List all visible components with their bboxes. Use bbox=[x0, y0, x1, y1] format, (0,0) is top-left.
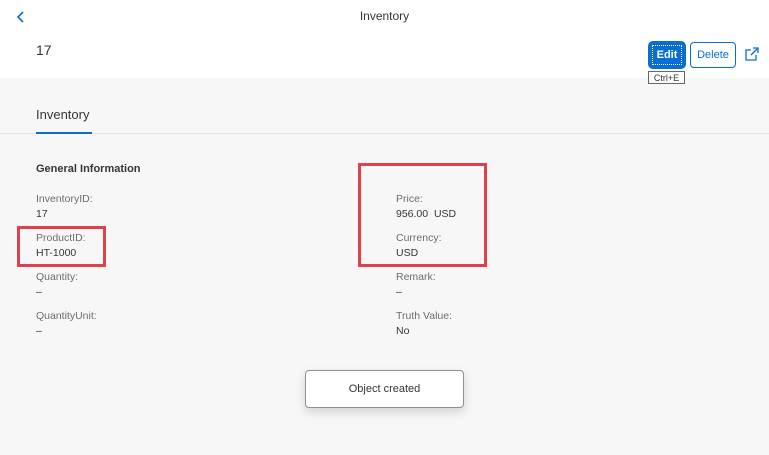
remark-value: – bbox=[396, 286, 402, 298]
remark-label: Remark: bbox=[396, 271, 436, 283]
edit-button[interactable]: Edit bbox=[649, 42, 685, 68]
price-currency-highlight-box bbox=[358, 163, 487, 267]
edit-shortcut-tooltip: Ctrl+E bbox=[648, 71, 685, 84]
quantity-unit-value: – bbox=[36, 325, 42, 337]
quantity-value: – bbox=[36, 286, 42, 298]
tab-selected-indicator bbox=[36, 132, 92, 134]
quantity-unit-label: QuantityUnit: bbox=[36, 310, 97, 322]
section-title: General Information bbox=[36, 163, 141, 175]
delete-button[interactable]: Delete bbox=[690, 42, 736, 68]
object-page-header: Inventory 17 Edit Delete bbox=[0, 0, 769, 78]
tab-inventory[interactable]: Inventory bbox=[36, 107, 89, 122]
tab-bar: Inventory bbox=[0, 78, 769, 134]
inventory-id-value: 17 bbox=[36, 208, 48, 220]
object-title: 17 bbox=[36, 42, 52, 58]
truth-value-label: Truth Value: bbox=[396, 310, 453, 322]
share-button[interactable] bbox=[745, 47, 761, 63]
inventory-id-label: InventoryID: bbox=[36, 193, 93, 205]
product-id-highlight-box bbox=[17, 226, 106, 267]
nav-title: Inventory bbox=[359, 9, 410, 23]
truth-value-value: No bbox=[396, 325, 410, 337]
message-toast: Object created bbox=[305, 370, 464, 408]
quantity-label: Quantity: bbox=[36, 271, 79, 283]
share-icon bbox=[745, 47, 759, 61]
